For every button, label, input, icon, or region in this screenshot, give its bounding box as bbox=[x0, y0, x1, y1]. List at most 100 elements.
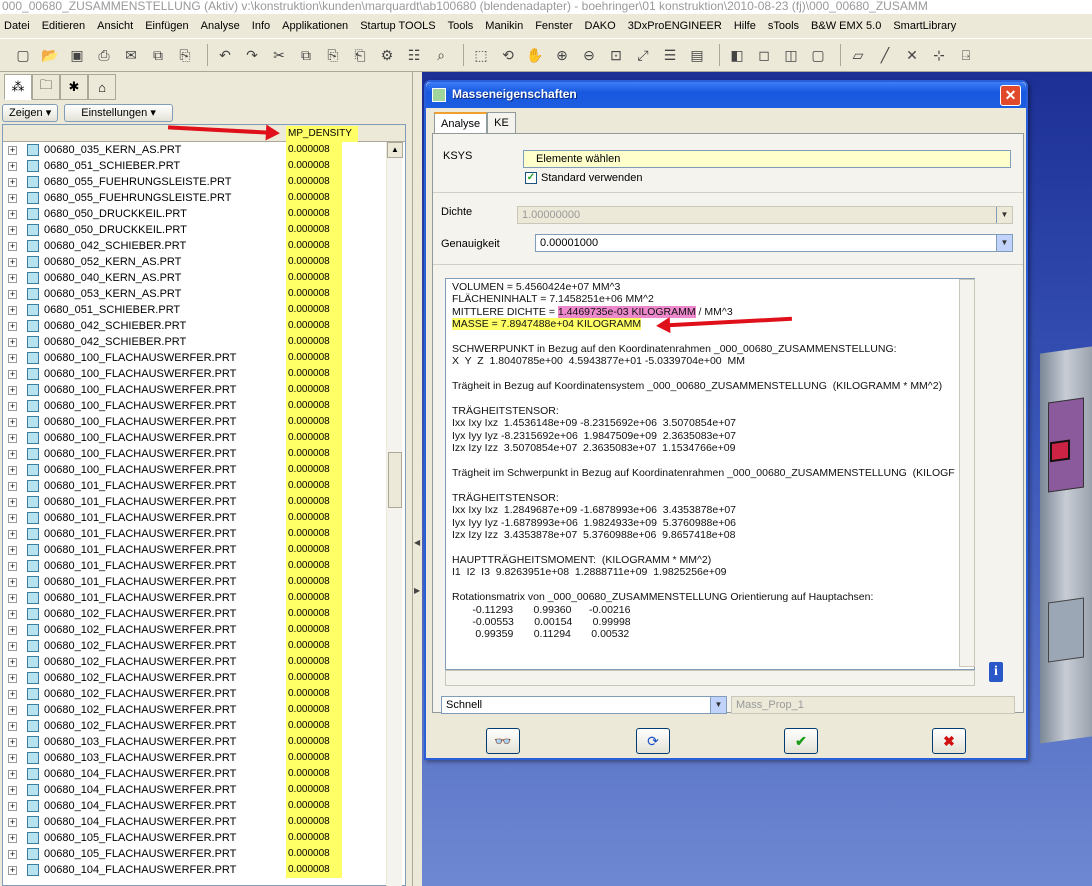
refit-icon[interactable]: ⤢ bbox=[632, 44, 654, 66]
menu-fenster[interactable]: Fenster bbox=[535, 20, 572, 32]
datum-axis-icon[interactable]: ╱ bbox=[874, 44, 896, 66]
tree-row[interactable]: +00680_101_FLACHAUSWERFER.PRT 0.000008 bbox=[3, 542, 393, 558]
tree-row[interactable]: +00680_035_KERN_AS.PRT 0.000008 bbox=[3, 142, 393, 158]
tree-row[interactable]: +00680_102_FLACHAUSWERFER.PRT 0.000008 bbox=[3, 606, 393, 622]
expand-plus-icon[interactable]: + bbox=[8, 754, 17, 763]
expand-plus-icon[interactable]: + bbox=[8, 626, 17, 635]
hidden-icon[interactable]: ◫ bbox=[780, 44, 802, 66]
scroll-thumb[interactable] bbox=[388, 452, 402, 508]
mode-dropdown[interactable]: Schnell ▼ bbox=[441, 696, 727, 714]
expand-plus-icon[interactable]: + bbox=[8, 786, 17, 795]
tree-row[interactable]: +0680_051_SCHIEBER.PRT 0.000008 bbox=[3, 302, 393, 318]
settings-dropdown[interactable]: Einstellungen ▾ bbox=[64, 104, 173, 122]
ok-button[interactable]: ✔ bbox=[784, 728, 818, 754]
tab-ke[interactable]: KE bbox=[487, 112, 516, 133]
cut-icon[interactable]: ✂ bbox=[268, 44, 290, 66]
datum-point-icon[interactable]: ✕ bbox=[901, 44, 923, 66]
expand-plus-icon[interactable]: + bbox=[8, 706, 17, 715]
expand-plus-icon[interactable]: + bbox=[8, 194, 17, 203]
expand-plus-icon[interactable]: + bbox=[8, 514, 17, 523]
chevron-down-icon[interactable]: ▼ bbox=[996, 235, 1012, 251]
ksys-select-field[interactable]: Elemente wählen bbox=[523, 150, 1011, 168]
menu-startup-tools[interactable]: Startup TOOLS bbox=[360, 20, 435, 32]
menu-editieren[interactable]: Editieren bbox=[42, 20, 85, 32]
expand-plus-icon[interactable]: + bbox=[8, 722, 17, 731]
dialog-titlebar[interactable]: Masseneigenschaften ✕ bbox=[426, 82, 1026, 108]
expand-plus-icon[interactable]: + bbox=[8, 466, 17, 475]
results-vscrollbar[interactable] bbox=[959, 279, 975, 667]
tree-row[interactable]: +00680_100_FLACHAUSWERFER.PRT 0.000008 bbox=[3, 398, 393, 414]
menu-info[interactable]: Info bbox=[252, 20, 270, 32]
expand-plus-icon[interactable]: + bbox=[8, 306, 17, 315]
expand-plus-icon[interactable]: + bbox=[8, 674, 17, 683]
results-hscrollbar[interactable] bbox=[445, 670, 975, 686]
expand-plus-icon[interactable]: + bbox=[8, 434, 17, 443]
expand-plus-icon[interactable]: + bbox=[8, 322, 17, 331]
info-icon[interactable]: i bbox=[989, 662, 1003, 682]
menu-datei[interactable]: Datei bbox=[4, 20, 30, 32]
tree-row[interactable]: +00680_102_FLACHAUSWERFER.PRT 0.000008 bbox=[3, 670, 393, 686]
tree-row[interactable]: +00680_104_FLACHAUSWERFER.PRT 0.000008 bbox=[3, 798, 393, 814]
menu-analyse[interactable]: Analyse bbox=[201, 20, 240, 32]
tree-row[interactable]: +00680_105_FLACHAUSWERFER.PRT 0.000008 bbox=[3, 830, 393, 846]
tree-row[interactable]: +00680_101_FLACHAUSWERFER.PRT 0.000008 bbox=[3, 510, 393, 526]
pane-splitter[interactable]: ◀ ▶ bbox=[412, 72, 422, 886]
model-tree-tab-icon[interactable]: ⁂ bbox=[4, 74, 32, 100]
tree-row[interactable]: +00680_101_FLACHAUSWERFER.PRT 0.000008 bbox=[3, 574, 393, 590]
show-dropdown[interactable]: Zeigen ▾ bbox=[2, 104, 59, 122]
tree-row[interactable]: +00680_100_FLACHAUSWERFER.PRT 0.000008 bbox=[3, 462, 393, 478]
expand-plus-icon[interactable]: + bbox=[8, 610, 17, 619]
shading-icon[interactable]: ◧ bbox=[726, 44, 748, 66]
expand-plus-icon[interactable]: + bbox=[8, 338, 17, 347]
datum-plane-icon[interactable]: ▱ bbox=[847, 44, 869, 66]
close-icon[interactable]: ✕ bbox=[1000, 85, 1021, 106]
spin-icon[interactable]: ⟲ bbox=[497, 44, 519, 66]
tree-row[interactable]: +00680_104_FLACHAUSWERFER.PRT 0.000008 bbox=[3, 814, 393, 830]
tab-analyse[interactable]: Analyse bbox=[434, 112, 488, 134]
expand-plus-icon[interactable]: + bbox=[8, 690, 17, 699]
menu-ansicht[interactable]: Ansicht bbox=[97, 20, 133, 32]
chevron-down-icon[interactable]: ▼ bbox=[710, 697, 726, 713]
expand-plus-icon[interactable]: + bbox=[8, 386, 17, 395]
tree-row[interactable]: +00680_052_KERN_AS.PRT 0.000008 bbox=[3, 254, 393, 270]
collapse-left-icon[interactable]: ◀ bbox=[414, 538, 420, 547]
expand-plus-icon[interactable]: + bbox=[8, 482, 17, 491]
scroll-up-icon[interactable]: ▲ bbox=[387, 142, 403, 158]
zoom-box-icon[interactable]: ⊡ bbox=[605, 44, 627, 66]
tree-row[interactable]: +00680_100_FLACHAUSWERFER.PRT 0.000008 bbox=[3, 366, 393, 382]
binoculars-icon[interactable]: ⌕ bbox=[430, 44, 452, 66]
expand-plus-icon[interactable]: + bbox=[8, 210, 17, 219]
menu-hilfe[interactable]: Hilfe bbox=[734, 20, 756, 32]
tree-row[interactable]: +00680_105_FLACHAUSWERFER.PRT 0.000008 bbox=[3, 846, 393, 862]
paste-icon[interactable]: ⎘ bbox=[174, 44, 196, 66]
tree-row[interactable]: +00680_040_KERN_AS.PRT 0.000008 bbox=[3, 270, 393, 286]
expand-plus-icon[interactable]: + bbox=[8, 802, 17, 811]
expand-plus-icon[interactable]: + bbox=[8, 178, 17, 187]
tree-row[interactable]: +00680_104_FLACHAUSWERFER.PRT 0.000008 bbox=[3, 766, 393, 782]
expand-plus-icon[interactable]: + bbox=[8, 642, 17, 651]
tree-row[interactable]: +0680_050_DRUCKKEIL.PRT 0.000008 bbox=[3, 206, 393, 222]
expand-plus-icon[interactable]: + bbox=[8, 450, 17, 459]
wireframe-icon[interactable]: ◻ bbox=[753, 44, 775, 66]
menu-3dxproengineer[interactable]: 3DxProENGINEER bbox=[628, 20, 722, 32]
tree-row[interactable]: +00680_102_FLACHAUSWERFER.PRT 0.000008 bbox=[3, 654, 393, 670]
tree-row[interactable]: +00680_102_FLACHAUSWERFER.PRT 0.000008 bbox=[3, 622, 393, 638]
undo-icon[interactable]: ↶ bbox=[214, 44, 236, 66]
tree-row[interactable]: +00680_101_FLACHAUSWERFER.PRT 0.000008 bbox=[3, 558, 393, 574]
tree-row[interactable]: +0680_051_SCHIEBER.PRT 0.000008 bbox=[3, 158, 393, 174]
preview-glasses-button[interactable]: 👓 bbox=[486, 728, 520, 754]
tree-row[interactable]: +00680_100_FLACHAUSWERFER.PRT 0.000008 bbox=[3, 350, 393, 366]
redo-icon[interactable]: ↷ bbox=[241, 44, 263, 66]
tree-row[interactable]: +00680_101_FLACHAUSWERFER.PRT 0.000008 bbox=[3, 478, 393, 494]
tree-row[interactable]: +00680_042_SCHIEBER.PRT 0.000008 bbox=[3, 334, 393, 350]
annotation-icon[interactable]: ⍈ bbox=[955, 44, 977, 66]
column-header-mp-density[interactable]: MP_DENSITY bbox=[286, 126, 358, 142]
tree-row[interactable]: +00680_104_FLACHAUSWERFER.PRT 0.000008 bbox=[3, 862, 393, 878]
open-icon[interactable]: 📂 bbox=[39, 44, 61, 66]
expand-plus-icon[interactable]: + bbox=[8, 530, 17, 539]
expand-plus-icon[interactable]: + bbox=[8, 418, 17, 427]
expand-plus-icon[interactable]: + bbox=[8, 770, 17, 779]
expand-plus-icon[interactable]: + bbox=[8, 546, 17, 555]
views-icon[interactable]: ▤ bbox=[686, 44, 708, 66]
tree-row[interactable]: +00680_104_FLACHAUSWERFER.PRT 0.000008 bbox=[3, 782, 393, 798]
